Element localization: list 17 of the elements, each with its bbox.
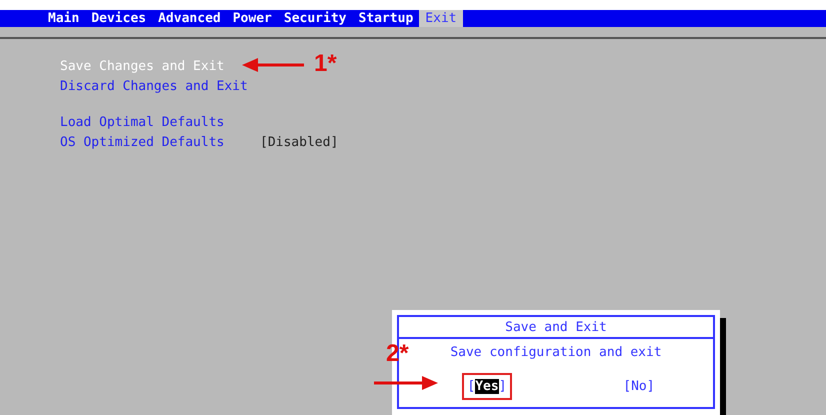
menu-tab[interactable]: Security xyxy=(278,10,352,27)
arrow-icon xyxy=(242,58,306,72)
dialog-button[interactable]: [No] xyxy=(618,372,660,400)
dialog-button[interactable]: [Yes] xyxy=(462,372,512,400)
menu-option[interactable]: OS Optimized Defaults xyxy=(60,133,224,152)
option-value[interactable]: [Disabled] xyxy=(260,133,338,152)
dialog-title: Save and Exit xyxy=(399,317,713,339)
menu-tab[interactable]: Exit xyxy=(419,10,463,27)
menu-option[interactable]: Discard Changes and Exit xyxy=(60,77,248,96)
arrow-icon xyxy=(374,376,438,390)
menu-tab[interactable]: Power xyxy=(226,10,278,27)
menu-tab[interactable]: Startup xyxy=(352,10,420,27)
menu-tab[interactable]: Advanced xyxy=(152,10,227,27)
annotation-label: 1* xyxy=(314,50,337,78)
menu-tab[interactable]: Devices xyxy=(85,10,152,27)
menu-option[interactable]: Load Optimal Defaults xyxy=(60,113,224,132)
menu-tab[interactable]: Main xyxy=(42,10,86,27)
